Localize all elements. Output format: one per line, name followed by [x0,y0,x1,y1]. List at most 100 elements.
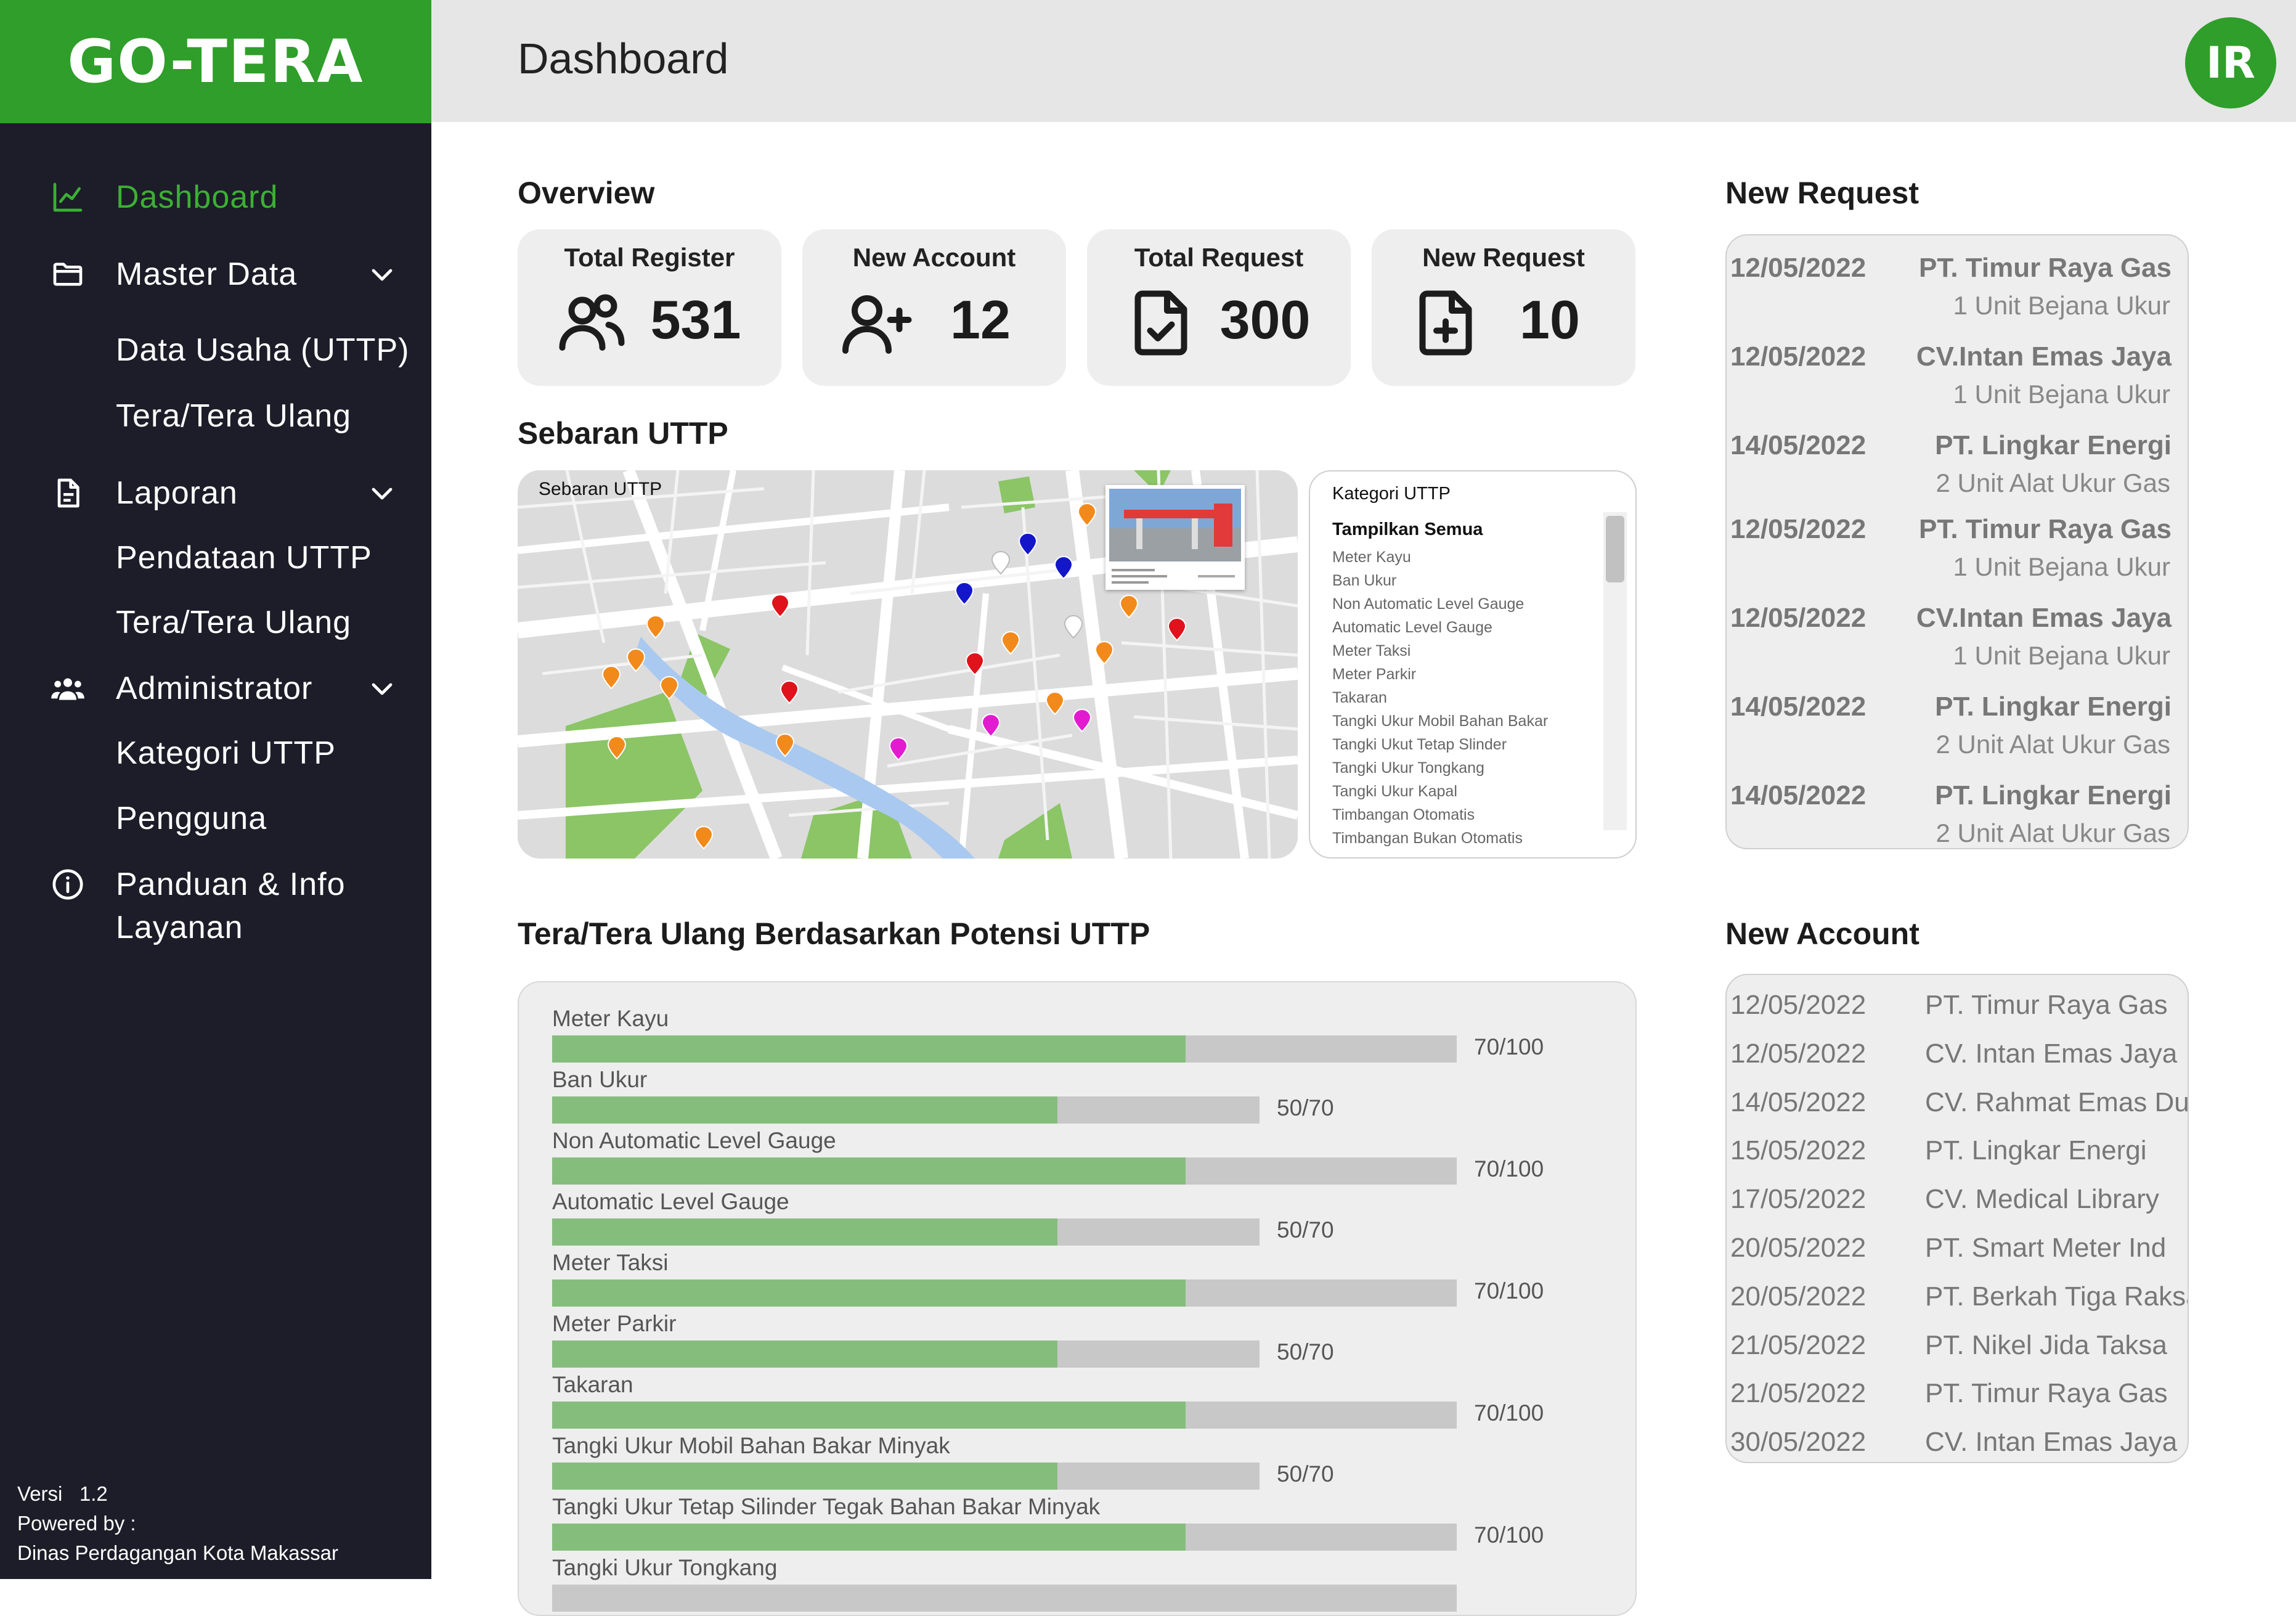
account-company: PT. Lingkar Energi [1925,1135,2147,1166]
file-plus-icon [1409,286,1483,360]
kategori-show-all[interactable]: Tampilkan Semua [1332,520,1483,540]
sidebar-subitem-pengguna[interactable]: Pengguna [116,800,267,837]
new-request-list: 12/05/2022 PT. Timur Raya Gas 1 Unit Bejan… [1725,234,2189,849]
request-list-item[interactable]: 14/05/2022 PT. Lingkar Energi 2 Unit Alat … [1727,692,2188,778]
account-date: 21/05/2022 [1730,1378,1867,1409]
map-location-preview[interactable] [1105,485,1245,590]
tera-progress-fill [552,1524,1186,1551]
kategori-item[interactable]: Meter Taksi [1332,639,1548,663]
request-date: 12/05/2022 [1730,514,1867,544]
account-date: 20/05/2022 [1730,1281,1867,1312]
account-company: CV. Rahmat Emas Dua [1925,1087,2189,1117]
tera-progress-track [552,1463,1260,1490]
request-list-item[interactable]: 12/05/2022 CV.Intan Emas Jaya 1 Unit Bejan… [1727,603,2188,689]
kategori-item[interactable]: Automatic Level Gauge [1332,616,1548,639]
stat-card-new-account[interactable]: New Account 12 [802,229,1066,386]
kategori-item[interactable]: Timbangan Otomatis [1332,803,1548,826]
tera-progress-value: 50/70 [1277,1339,1334,1365]
kategori-item[interactable]: Tangki Ukur Kapal [1332,780,1548,803]
account-list-item[interactable]: 21/05/2022 PT. Timur Raya Gas [1727,1378,2188,1426]
request-date: 14/05/2022 [1730,780,1867,810]
sidebar-item-panduan-line2[interactable]: Layanan [116,909,243,946]
info-icon [49,866,86,903]
user-avatar[interactable]: IR [2185,17,2276,108]
tera-progress-value: 70/100 [1474,1034,1544,1059]
new-request-title: New Request [1725,176,1919,210]
kategori-item[interactable]: Meter Kayu [1332,545,1548,569]
account-list-item[interactable]: 20/05/2022 PT. Berkah Tiga Raksa [1727,1281,2188,1329]
account-list-item[interactable]: 21/05/2022 PT. Nikel Jida Taksa [1727,1329,2188,1378]
request-date: 14/05/2022 [1730,692,1867,722]
tera-progress-value: 50/70 [1277,1461,1334,1487]
kategori-item[interactable]: Ban Ukur [1332,569,1548,592]
sidebar-item-label: Dashboard [116,179,279,215]
sidebar-subitem-data-usaha[interactable]: Data Usaha (UTTP) [116,332,409,369]
stat-card-new-request[interactable]: New Request 10 [1372,229,1635,386]
stat-value: 531 [650,289,741,350]
sidebar-item-master-data[interactable]: Master Data [0,243,431,305]
request-item: 1 Unit Bejana Ukur [1953,552,2170,581]
sidebar-subitem-pendataan[interactable]: Pendataan UTTP [116,539,372,576]
request-company: PT. Timur Raya Gas [1918,514,2172,544]
account-list-item[interactable]: 30/05/2022 CV. Intan Emas Jaya [1727,1427,2188,1462]
tera-progress-value: 70/100 [1474,1400,1544,1426]
request-company: PT. Lingkar Energi [1935,692,2172,722]
user-plus-icon [839,286,913,360]
new-account-title: New Account [1725,916,1919,951]
file-check-icon [1124,286,1198,360]
tera-progress-panel: Meter Kayu 70/100 Ban Ukur 50/70 Non Automat… [518,981,1637,1616]
request-list-item[interactable]: 14/05/2022 PT. Lingkar Energi 2 Unit Alat … [1727,430,2188,516]
account-list-item[interactable]: 17/05/2022 CV. Medical Library [1727,1184,2188,1232]
chevron-down-icon[interactable] [364,475,401,512]
account-company: CV. Intan Emas Jaya [1925,1038,2178,1069]
account-company: PT. Nikel Jida Taksa [1925,1329,2167,1360]
kategori-item[interactable]: Meter Parkir [1332,663,1548,686]
sidebar: GO-TERA Dashboard Master Data Data Usaha… [0,0,431,1579]
sidebar-item-dashboard[interactable]: Dashboard [0,166,431,228]
request-item: 1 Unit Bejana Ukur [1953,291,2170,320]
sidebar-subitem-laporan-tera[interactable]: Tera/Tera Ulang [116,604,351,641]
stat-value: 10 [1520,289,1580,350]
chevron-down-icon[interactable] [364,256,401,293]
sidebar-item-administrator[interactable]: Administrator [0,658,431,719]
request-list-item[interactable]: 12/05/2022 PT. Timur Raya Gas 1 Unit Bejan… [1727,253,2188,339]
request-list-item[interactable]: 12/05/2022 CV.Intan Emas Jaya 1 Unit Bejan… [1727,341,2188,428]
tera-progress-fill [552,1463,1057,1490]
account-list-item[interactable]: 20/05/2022 PT. Smart Meter Ind [1727,1233,2188,1281]
sidebar-subitem-kategori[interactable]: Kategori UTTP [116,735,336,772]
users-icon [555,286,629,360]
tera-progress-fill [552,1218,1057,1246]
account-company: PT. Timur Raya Gas [1925,1378,2168,1409]
account-date: 20/05/2022 [1730,1233,1867,1263]
tera-progress-track [552,1218,1260,1246]
stat-label: Total Request [1134,243,1304,272]
request-list-item[interactable]: 14/05/2022 PT. Lingkar Energi 2 Unit Alat … [1727,780,2188,848]
tera-progress-track [552,1157,1457,1185]
tera-progress-fill [552,1402,1186,1429]
request-list-item[interactable]: 12/05/2022 PT. Timur Raya Gas 1 Unit Bejan… [1727,514,2188,600]
uttp-map[interactable]: Sebaran UTTP [518,470,1298,859]
kategori-item[interactable]: Timbangan Bukan Otomatis [1332,826,1548,850]
kategori-scrollbar-thumb[interactable] [1606,516,1624,582]
kategori-item[interactable]: Tangki Ukur Mobil Bahan Bakar [1332,709,1548,733]
kategori-item[interactable]: Non Automatic Level Gauge [1332,592,1548,616]
account-list-item[interactable]: 12/05/2022 PT. Timur Raya Gas [1727,990,2188,1038]
stat-card-total-request[interactable]: Total Request 300 [1087,229,1351,386]
sidebar-item-panduan[interactable]: Panduan & Info [0,854,431,915]
sidebar-item-laporan[interactable]: Laporan [0,462,431,524]
account-company: CV. Intan Emas Jaya [1925,1427,2178,1458]
kategori-item[interactable]: Takaran [1332,686,1548,709]
account-list-item[interactable]: 15/05/2022 PT. Lingkar Energi [1727,1135,2188,1183]
tera-progress-track [552,1585,1457,1612]
kategori-item[interactable]: Tangki Ukur Tongkang [1332,756,1548,780]
kategori-item[interactable]: Tangki Ukut Tetap Slinder [1332,733,1548,756]
sidebar-subitem-tera-ulang[interactable]: Tera/Tera Ulang [116,398,351,435]
account-list-item[interactable]: 14/05/2022 CV. Rahmat Emas Dua [1727,1087,2189,1135]
tera-progress-name: Meter Taksi [552,1250,669,1275]
tera-progress-name: Tangki Ukur Mobil Bahan Bakar Minyak [552,1433,950,1458]
users-group-icon [49,670,86,707]
chevron-down-icon[interactable] [364,670,401,707]
tera-progress-name: Non Automatic Level Gauge [552,1128,836,1153]
stat-card-total-register[interactable]: Total Register 531 [518,229,781,386]
account-list-item[interactable]: 12/05/2022 CV. Intan Emas Jaya [1727,1038,2188,1087]
